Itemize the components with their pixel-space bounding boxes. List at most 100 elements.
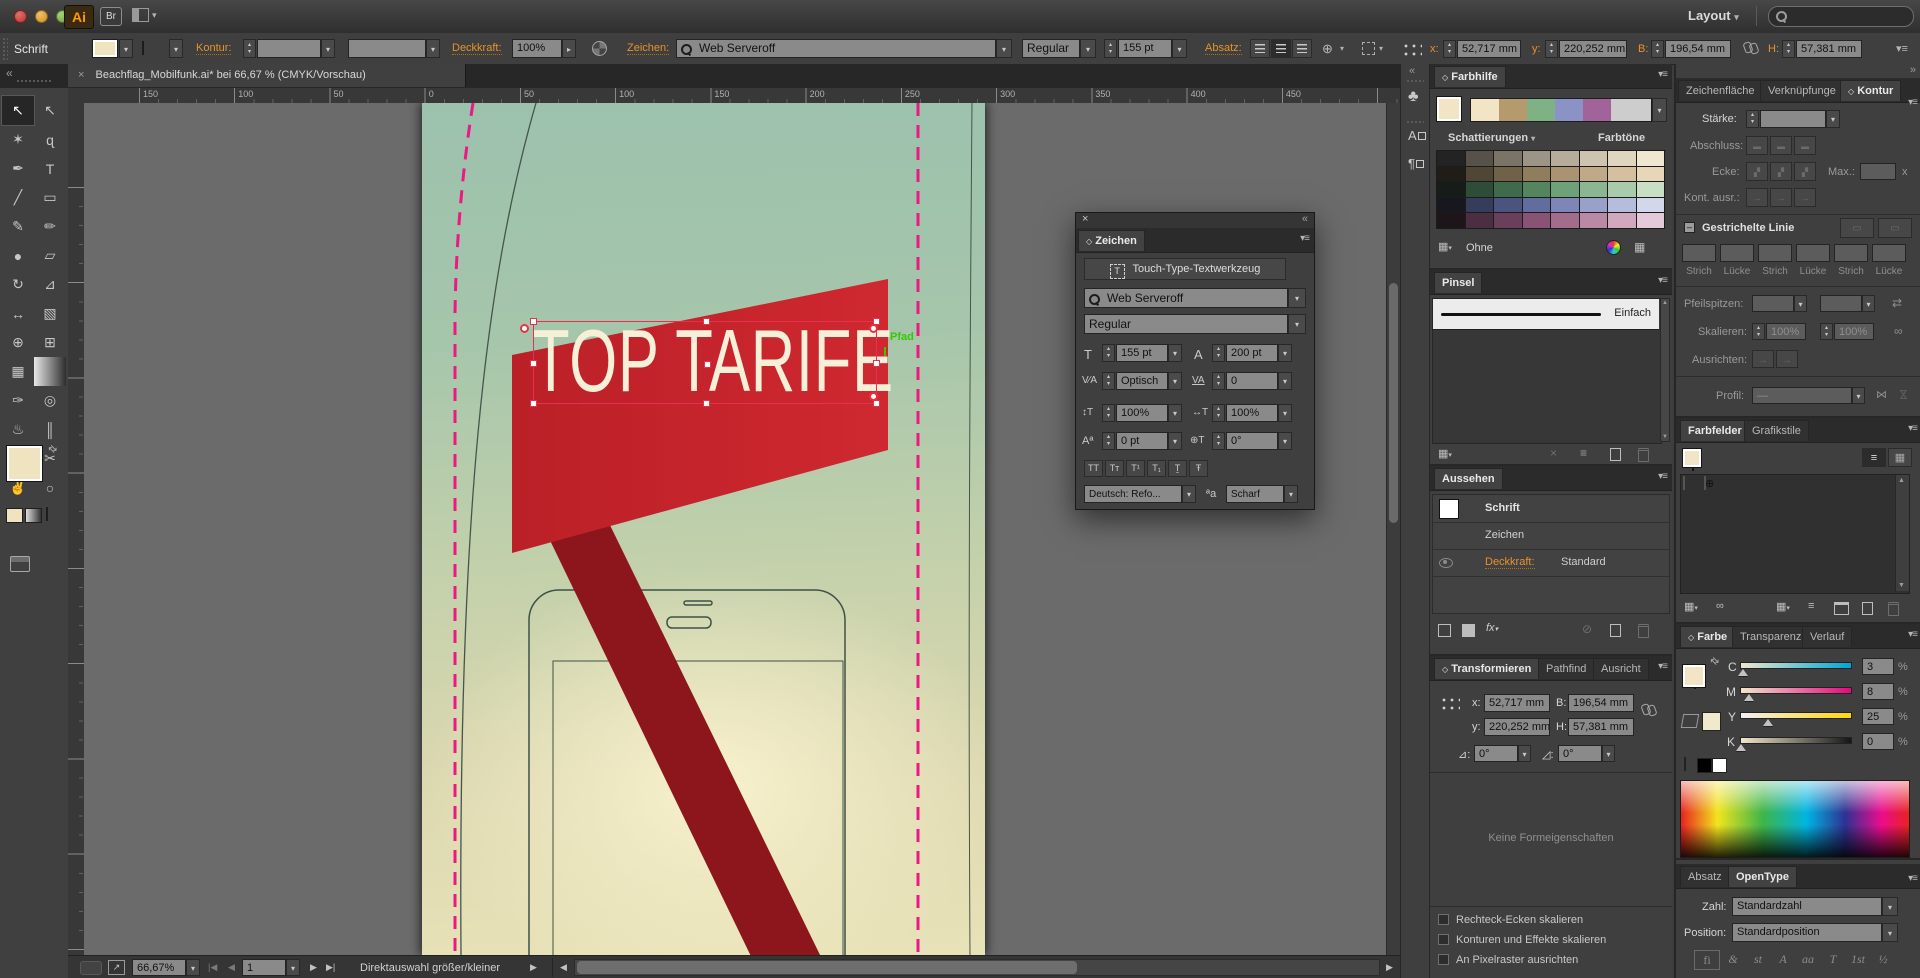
scale-start-stepper[interactable]: ▴▾ [1752,323,1765,340]
panel-menu-icon[interactable]: ▾≡ [1300,233,1309,244]
opacity-field[interactable]: 100% [512,39,562,58]
rotate-tool[interactable]: ↻ [2,270,34,299]
color-variation-swatch[interactable] [1466,198,1495,214]
harmony-swatch[interactable] [1555,99,1583,121]
gradient-tool[interactable]: ▤ [34,357,66,386]
panel-vscale-stepper[interactable]: ▴▾ [1102,404,1115,422]
black-value-field[interactable]: 0 [1862,733,1894,750]
none-color-button[interactable] [1684,757,1686,771]
black-color-button[interactable] [1697,758,1712,773]
panel-hscale-field[interactable]: 100% [1226,404,1278,422]
checkbox[interactable] [1438,934,1449,945]
show-swatch-kinds-icon[interactable]: ▦▾ [1776,600,1790,613]
first-artboard-icon[interactable]: |◀ [208,962,217,973]
direct-selection-tool[interactable]: ↖ [34,96,66,125]
yellow-value-field[interactable]: 25 [1862,708,1894,725]
color-variation-swatch[interactable] [1437,151,1466,167]
font-family-field[interactable]: Web Serveroff [676,39,996,58]
scale-tool[interactable]: ⊿ [34,270,66,299]
dock-grip[interactable] [1406,120,1424,124]
color-variation-swatch[interactable] [1608,167,1637,183]
panel-font-style-field[interactable]: Regular [1084,314,1288,334]
stepper-down-icon[interactable]: ▾ [1656,49,1659,56]
color-variation-swatch[interactable] [1551,213,1580,229]
height-field[interactable]: 57,381 mm [1796,40,1862,58]
white-color-button[interactable] [1712,758,1727,773]
window-close-button[interactable] [14,10,27,23]
zeichen-link[interactable]: Zeichen: [627,42,669,55]
new-brush-icon[interactable] [1610,448,1621,464]
font-family-arrow[interactable]: ▾ [996,39,1012,58]
mini-fill-swatch[interactable] [1682,448,1702,468]
stepper-up-icon[interactable]: ▴ [1550,42,1553,49]
color-variation-swatch[interactable] [1523,167,1552,183]
color-variation-swatch[interactable] [1494,151,1523,167]
registration-swatch[interactable] [1704,476,1706,490]
variable-width-profile-arrow[interactable]: ▾ [426,39,440,58]
tab-pathfinder[interactable]: Pathfind [1538,658,1594,679]
envelope-distort-icon[interactable]: ⊕ [1322,41,1333,57]
align-stroke-center-button[interactable]: → [1746,188,1768,207]
color-variation-swatch[interactable] [1437,182,1466,198]
transform-h-field[interactable]: 57,381 mm [1568,718,1634,736]
color-variation-swatch[interactable] [1580,213,1609,229]
variable-width-profile-field[interactable] [348,39,426,58]
scroll-up-icon[interactable]: ▲ [1662,300,1668,306]
color-variation-swatch[interactable] [1637,198,1666,214]
appearance-row-opacity[interactable]: Deckkraft: Standard [1433,549,1669,577]
harmony-swatch[interactable] [1499,99,1527,121]
stepper-down-icon[interactable]: ▾ [1550,49,1553,56]
tab-ausrichten[interactable]: Ausricht [1593,658,1649,679]
panel-cycle-icon[interactable]: ◇ [1086,237,1092,246]
symbols-panel-icon[interactable]: ♣ [1408,88,1419,106]
isolate-selection-icon[interactable] [1362,42,1375,55]
color-variation-swatch[interactable] [1551,182,1580,198]
add-new-stroke-icon[interactable] [1438,624,1451,637]
in-gamut-color-swatch[interactable] [1702,712,1721,731]
shear-angle-field[interactable]: 0° [1558,745,1602,762]
selection-handle-w[interactable] [530,360,537,367]
panel-rotation-field[interactable]: 0° [1226,432,1278,450]
workspace-menu-label[interactable]: Layout ▾ [1688,8,1739,23]
align-stroke-inside-button[interactable]: → [1770,188,1792,207]
shades-header[interactable]: Schattierungen ▾ [1448,132,1535,144]
pen-tool[interactable]: ✒ [2,154,34,183]
x-stepper[interactable]: ▴▾ [1443,40,1456,58]
swatch-libraries-icon[interactable]: ▦▾ [1684,600,1698,613]
color-variation-swatch[interactable] [1494,167,1523,183]
color-variation-swatch[interactable] [1608,198,1637,214]
panel-baseline-stepper[interactable]: ▴▾ [1102,432,1115,450]
artboard-number-arrow[interactable]: ▾ [286,959,300,976]
tab-close-icon[interactable]: × [78,69,84,81]
tab-absatz[interactable]: Absatz [1680,866,1730,887]
arrowhead-start-field[interactable] [1752,295,1794,312]
position-arrow[interactable]: ▾ [1882,923,1898,942]
magenta-slider[interactable] [1740,687,1852,694]
profile-field[interactable]: — [1752,387,1852,404]
color-variation-swatch[interactable] [1637,151,1666,167]
horizontal-ruler[interactable]: 15010050050100150200250300350400450 [84,88,1400,104]
stroke-color-arrow[interactable]: ▾ [169,39,183,58]
status-expand-icon[interactable]: ▶ [530,962,537,973]
base-color-swatch[interactable] [1436,96,1462,122]
arrowhead-end-field[interactable] [1820,295,1862,312]
color-variation-swatch[interactable] [1580,182,1609,198]
none-swatch[interactable] [1683,476,1685,490]
transform-reference-point[interactable] [1438,694,1460,714]
gap-field[interactable] [1872,244,1906,262]
panel-cycle-icon[interactable]: ◇ [1442,665,1448,674]
panel-kerning-field[interactable]: Optisch [1116,372,1168,390]
preserve-dash-button[interactable]: ▭ [1840,218,1874,238]
width-tool[interactable]: ↔ [2,299,34,328]
dock-expand-icon[interactable]: » [1910,64,1916,76]
window-minimize-button[interactable] [35,10,48,23]
edit-colors-icon[interactable] [1606,240,1621,255]
color-variation-swatch[interactable] [1608,213,1637,229]
character-panel[interactable]: × « ◇ Zeichen ▾≡ T Touch-Type-Textwerkze… [1075,212,1315,510]
color-variation-swatch[interactable] [1466,151,1495,167]
case-button[interactable]: T¹ [1126,460,1145,477]
scale-start-field[interactable]: 100% [1766,323,1806,340]
color-variation-swatch[interactable] [1494,198,1523,214]
swatch-kinds-icon[interactable]: ∞ [1716,600,1724,612]
arrowhead-start-arrow[interactable]: ▾ [1794,295,1807,312]
